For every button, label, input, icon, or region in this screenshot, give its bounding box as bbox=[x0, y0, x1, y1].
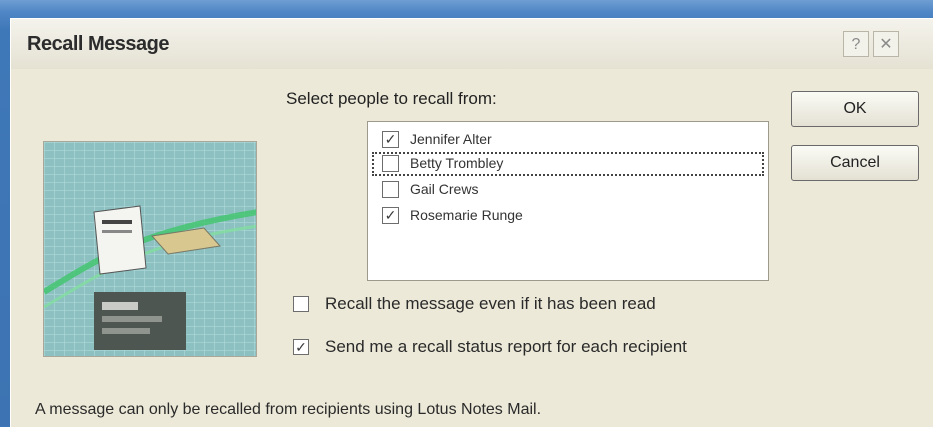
recipient-checkbox[interactable]: ✓ bbox=[382, 207, 399, 224]
recipient-item[interactable]: ✓ Jennifer Alter bbox=[380, 128, 758, 152]
status-report-checkbox[interactable]: ✓ bbox=[293, 339, 309, 355]
select-recipients-label: Select people to recall from: bbox=[286, 89, 497, 108]
title-bar: Recall Message ? ✕ bbox=[11, 19, 933, 69]
recall-message-dialog: Recall Message ? ✕ Select people to reca… bbox=[10, 18, 933, 427]
recipient-item[interactable]: ✓ Rosemarie Runge bbox=[380, 204, 758, 228]
recipient-item[interactable]: Betty Trombley bbox=[372, 152, 764, 176]
cancel-button[interactable]: Cancel bbox=[791, 145, 919, 181]
recipient-checkbox[interactable]: ✓ bbox=[382, 131, 399, 148]
dialog-title: Recall Message bbox=[27, 33, 169, 55]
recipient-list[interactable]: ✓ Jennifer Alter Betty Trombley Gail Cre… bbox=[367, 121, 769, 281]
recipient-name: Gail Crews bbox=[410, 181, 479, 197]
recipient-name: Jennifer Alter bbox=[410, 131, 492, 147]
close-button[interactable]: ✕ bbox=[873, 31, 899, 57]
recall-illustration bbox=[43, 141, 257, 357]
ok-button[interactable]: OK bbox=[791, 91, 919, 127]
recall-read-label: Recall the message even if it has been r… bbox=[325, 294, 656, 313]
help-button[interactable]: ? bbox=[843, 31, 869, 57]
recipient-name: Betty Trombley bbox=[410, 155, 504, 171]
recipient-checkbox[interactable] bbox=[382, 181, 399, 198]
status-report-label: Send me a recall status report for each … bbox=[325, 337, 687, 356]
recipient-item[interactable]: Gail Crews bbox=[380, 178, 758, 202]
recipient-checkbox[interactable] bbox=[382, 155, 399, 172]
recipient-name: Rosemarie Runge bbox=[410, 207, 523, 223]
recall-read-checkbox[interactable] bbox=[293, 296, 309, 312]
footer-note: A message can only be recalled from reci… bbox=[35, 401, 542, 418]
